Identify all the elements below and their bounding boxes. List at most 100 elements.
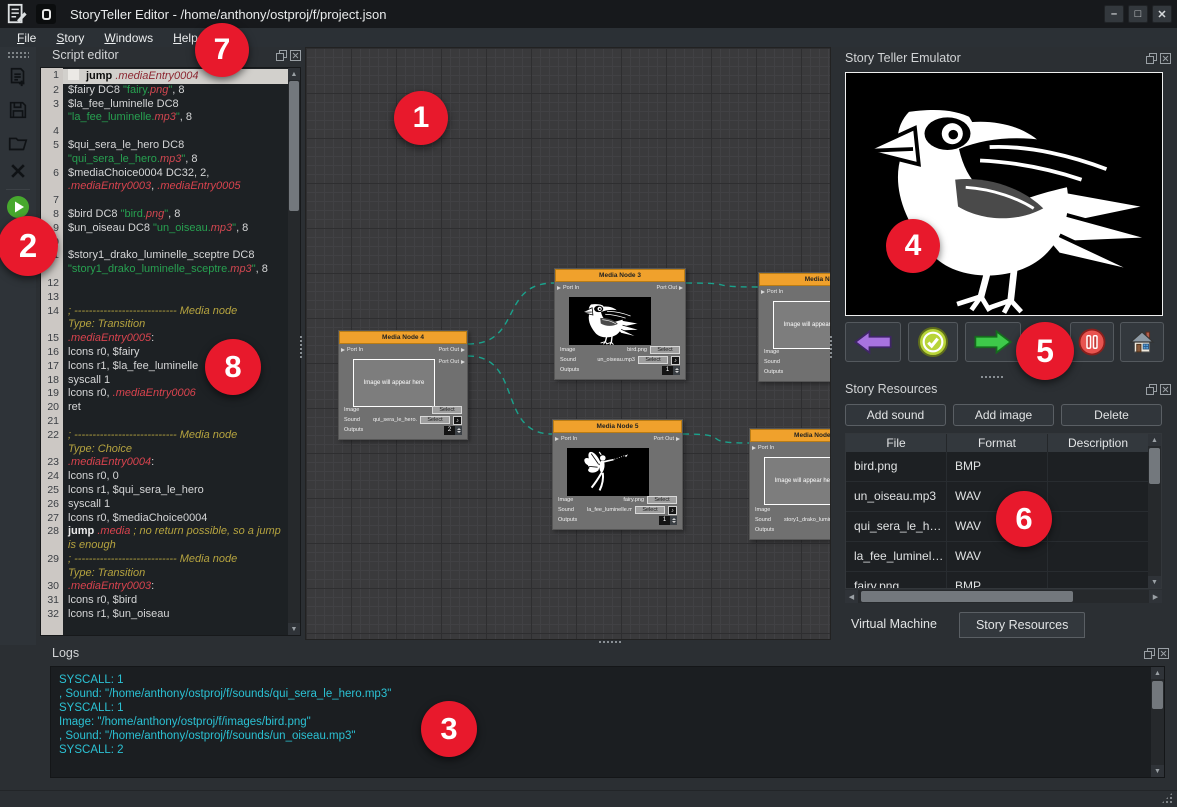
column-header-format[interactable]: Format — [947, 434, 1048, 452]
scroll-up-arrow[interactable]: ▲ — [1148, 434, 1161, 446]
media-node[interactable]: Media NodePort InImage will appear hereI… — [758, 272, 831, 382]
tab-story-resources[interactable]: Story Resources — [959, 612, 1085, 638]
column-header-file[interactable]: File — [846, 434, 947, 452]
column-header-description[interactable]: Description — [1048, 434, 1149, 452]
scroll-left-arrow[interactable]: ◀ — [845, 590, 858, 603]
scroll-up-arrow[interactable]: ▲ — [1151, 667, 1164, 679]
code-text[interactable]: ret — [63, 401, 288, 415]
close-project-button[interactable] — [6, 159, 30, 183]
toolbar-drag-handle[interactable] — [7, 51, 29, 58]
sound-preview-button[interactable]: ♪ — [671, 356, 680, 365]
add-image-button[interactable]: Add image — [953, 404, 1054, 426]
open-project-button[interactable] — [6, 131, 30, 155]
titlebar[interactable]: StoryTeller Editor - /home/anthony/ostpr… — [0, 0, 1177, 28]
emulator-next-button[interactable] — [965, 322, 1021, 362]
code-text[interactable]: ; ---------------------------- Media nod… — [63, 305, 288, 333]
scroll-right-arrow[interactable]: ▶ — [1149, 590, 1162, 603]
spinner-arrows[interactable] — [673, 366, 680, 375]
splitter-left[interactable] — [299, 335, 304, 359]
code-text[interactable]: $fairy DC8 "fairy.png", 8 — [63, 84, 288, 98]
code-text[interactable]: ; ---------------------------- Media nod… — [63, 429, 288, 457]
close-button[interactable]: ✕ — [1152, 5, 1172, 23]
code-text[interactable]: $un_oiseau DC8 "un_oiseau.mp3", 8 — [63, 222, 288, 236]
code-text[interactable]: $bird DC8 "bird.png", 8 — [63, 208, 288, 222]
node-title-bar[interactable]: Media Node 5 — [553, 420, 682, 433]
select-image-button[interactable]: Select — [432, 406, 462, 414]
code-text[interactable]: lcons r1, $qui_sera_le_hero — [63, 484, 288, 498]
outputs-spinner[interactable]: 1 — [662, 366, 680, 375]
spinner-arrows[interactable] — [455, 426, 462, 435]
resource-row[interactable]: bird.pngBMP — [846, 452, 1161, 482]
code-text[interactable] — [63, 236, 288, 250]
new-project-button[interactable] — [6, 65, 30, 89]
menu-item-file[interactable]: File — [8, 30, 45, 46]
close-panel-icon[interactable] — [1158, 648, 1169, 659]
select-image-button[interactable]: Select — [647, 496, 677, 504]
code-text[interactable]: lcons r1, $un_oiseau — [63, 608, 288, 622]
code-text[interactable] — [63, 277, 288, 291]
scrollbar-thumb[interactable] — [1149, 448, 1160, 484]
port-in[interactable]: Port In — [752, 445, 774, 451]
float-panel-icon[interactable] — [1146, 53, 1157, 64]
code-editor[interactable]: 1jump .mediaEntry00042$fairy DC8 "fairy.… — [40, 67, 301, 636]
code-text[interactable]: $qui_sera_le_hero DC8 "qui_sera_le_hero.… — [63, 139, 288, 167]
tab-virtual-machine[interactable]: Virtual Machine — [835, 612, 953, 638]
maximize-button[interactable]: □ — [1128, 5, 1148, 23]
spinner-arrows[interactable] — [670, 516, 677, 525]
emulator-panel-handle[interactable] — [980, 375, 1004, 380]
media-node[interactable]: Media Node 6Port InImage will appear her… — [749, 428, 831, 540]
select-sound-button[interactable]: Select — [638, 356, 668, 364]
select-sound-button[interactable]: Select — [635, 506, 665, 514]
close-panel-icon[interactable] — [290, 50, 301, 61]
emulator-ok-button[interactable] — [908, 322, 958, 362]
code-text[interactable] — [63, 291, 288, 305]
code-text[interactable]: $story1_drako_luminelle_sceptre DC8 "sto… — [63, 249, 288, 277]
port-in[interactable]: Port In — [341, 347, 363, 353]
code-text[interactable]: $la_fee_luminelle DC8 "la_fee_luminelle.… — [63, 98, 288, 126]
menu-item-windows[interactable]: Windows — [95, 30, 162, 46]
port-out[interactable]: Port Out — [439, 347, 465, 353]
node-title-bar[interactable]: Media Node 6 — [750, 429, 831, 442]
code-text[interactable]: ; ---------------------------- Media nod… — [63, 553, 288, 581]
float-panel-icon[interactable] — [1146, 384, 1157, 395]
splitter-right[interactable] — [829, 335, 834, 359]
outputs-spinner[interactable]: 2 — [444, 426, 462, 435]
emulator-back-button[interactable] — [845, 322, 901, 362]
story-graph-canvas[interactable]: Media Node 4Port InPort OutPort OutImage… — [305, 47, 831, 640]
node-title-bar[interactable]: Media Node 4 — [339, 331, 467, 344]
resource-row[interactable]: la_fee_luminelle.mp3WAV — [846, 542, 1161, 572]
logs-scrollbar[interactable]: ▲ ▼ — [1151, 667, 1164, 777]
app-menu-icon[interactable] — [6, 3, 28, 25]
close-panel-icon[interactable] — [1160, 384, 1171, 395]
code-text[interactable] — [63, 194, 288, 208]
port-in[interactable]: Port In — [761, 289, 783, 295]
scroll-down-arrow[interactable]: ▼ — [1148, 576, 1161, 588]
code-text[interactable]: lcons r0, $mediaChoice0004 — [63, 512, 288, 526]
outputs-spinner[interactable]: 1 — [659, 516, 677, 525]
port-in[interactable]: Port In — [555, 436, 577, 442]
log-output[interactable]: SYSCALL: 1, Sound: "/home/anthony/ostpro… — [50, 666, 1165, 778]
code-text[interactable]: .mediaEntry0003: — [63, 580, 288, 594]
float-panel-icon[interactable] — [1144, 648, 1155, 659]
code-text[interactable]: $mediaChoice0004 DC32, 2, .mediaEntry000… — [63, 167, 288, 195]
code-text[interactable]: lcons r0, $bird — [63, 594, 288, 608]
code-text[interactable]: lcons r0, .mediaEntry0006 — [63, 387, 288, 401]
minimize-button[interactable]: – — [1104, 5, 1124, 23]
save-button[interactable] — [6, 98, 30, 122]
code-text[interactable] — [63, 415, 288, 429]
menu-item-story[interactable]: Story — [47, 30, 93, 46]
port-in[interactable]: Port In — [557, 285, 579, 291]
code-text[interactable]: jump .media ; no return possible, so a j… — [63, 525, 288, 553]
code-text[interactable]: .mediaEntry0005: — [63, 332, 288, 346]
resize-grip[interactable] — [1161, 792, 1173, 804]
scroll-up-arrow[interactable]: ▲ — [288, 68, 300, 80]
code-text[interactable]: lcons r0, 0 — [63, 470, 288, 484]
table-hscrollbar[interactable]: ◀ ▶ — [845, 590, 1162, 603]
scroll-down-arrow[interactable]: ▼ — [1151, 765, 1164, 777]
sound-preview-button[interactable]: ♪ — [668, 506, 677, 515]
scrollbar-thumb[interactable] — [1152, 681, 1163, 709]
emulator-pause-button[interactable] — [1070, 322, 1114, 362]
node-title-bar[interactable]: Media Node — [759, 273, 831, 286]
float-panel-icon[interactable] — [276, 50, 287, 61]
port-out[interactable]: Port Out — [657, 285, 683, 291]
